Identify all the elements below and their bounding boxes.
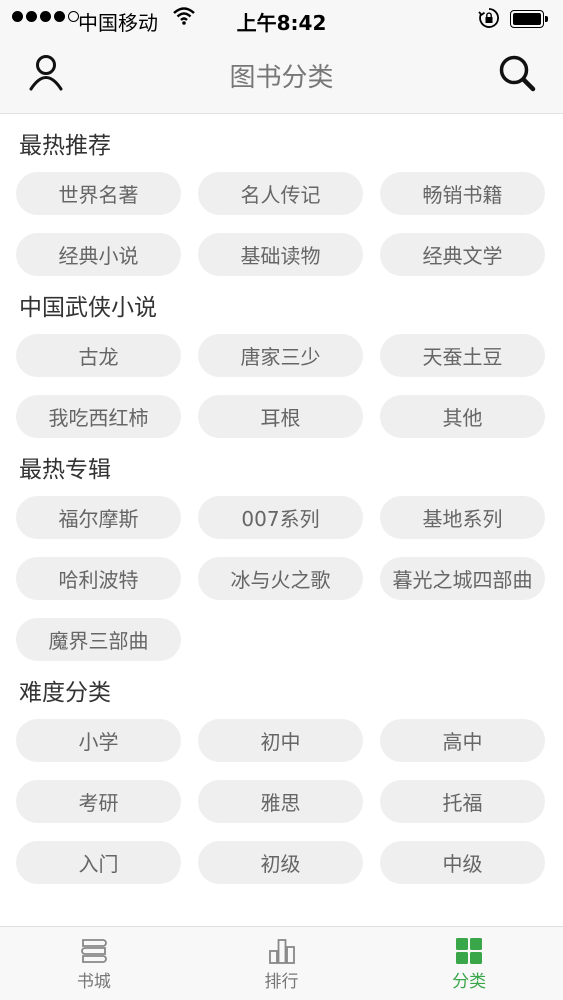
category-tag[interactable]: 托福 [380, 780, 545, 823]
category-tag[interactable]: 初级 [198, 841, 363, 884]
category-tag[interactable]: 基地系列 [380, 496, 545, 539]
category-tag[interactable]: 高中 [380, 719, 545, 762]
category-tag[interactable]: 天蚕土豆 [380, 334, 545, 377]
category-tag[interactable]: 暮光之城四部曲 [380, 557, 545, 600]
category-tag[interactable]: 中级 [380, 841, 545, 884]
category-tag[interactable]: 我吃西红柿 [16, 395, 181, 438]
tab-category[interactable]: 分类 [375, 927, 563, 1000]
category-tag[interactable]: 哈利波特 [16, 557, 181, 600]
ranking-icon [268, 939, 295, 964]
category-tag[interactable]: 古龙 [16, 334, 181, 377]
rotation-lock-icon [478, 8, 499, 28]
category-tag[interactable]: 其他 [380, 395, 545, 438]
category-tag[interactable]: 基础读物 [198, 233, 363, 276]
navigation-bar: 图书分类 [0, 38, 563, 114]
tab-label: 书城 [76, 972, 111, 992]
category-list[interactable]: 最热推荐 世界名著 名人传记 畅销书籍 经典小说 基础读物 经典文学 中国武侠小… [0, 114, 563, 926]
category-tag[interactable]: 冰与火之歌 [198, 557, 363, 600]
category-tag[interactable]: 名人传记 [198, 172, 363, 215]
section-title: 难度分类 [19, 680, 111, 706]
search-icon[interactable] [496, 52, 538, 94]
category-tag[interactable]: 入门 [16, 841, 181, 884]
battery-icon [510, 10, 548, 28]
section-title: 最热专辑 [19, 457, 111, 483]
section-hot-albums: 最热专辑 福尔摩斯 007系列 基地系列 哈利波特 冰与火之歌 暮光之城四部曲 … [0, 456, 563, 661]
category-tag[interactable]: 魔界三部曲 [16, 618, 181, 661]
category-tag[interactable]: 考研 [16, 780, 181, 823]
category-tag[interactable]: 福尔摩斯 [16, 496, 181, 539]
section-difficulty: 难度分类 小学 初中 高中 考研 雅思 托福 入门 初级 中级 [0, 679, 563, 884]
tab-bookstore[interactable]: 书城 [0, 927, 188, 1000]
category-tag[interactable]: 初中 [198, 719, 363, 762]
category-tag[interactable]: 畅销书籍 [380, 172, 545, 215]
section-title: 最热推荐 [19, 133, 111, 159]
section-hot-recommend: 最热推荐 世界名著 名人传记 畅销书籍 经典小说 基础读物 经典文学 [0, 132, 563, 276]
category-icon [456, 938, 483, 964]
page-title: 图书分类 [229, 63, 334, 93]
status-bar: 中国移动 上午8:42 [0, 0, 563, 38]
tab-label: 排行 [264, 972, 299, 992]
category-tag[interactable]: 经典文学 [380, 233, 545, 276]
tab-label: 分类 [452, 972, 487, 992]
tab-ranking[interactable]: 排行 [188, 927, 376, 1000]
category-tag[interactable]: 耳根 [198, 395, 363, 438]
section-title: 中国武侠小说 [19, 295, 157, 321]
category-tag[interactable]: 007系列 [198, 496, 363, 539]
category-tag[interactable]: 雅思 [198, 780, 363, 823]
category-tag[interactable]: 唐家三少 [198, 334, 363, 377]
bookstore-icon [81, 939, 107, 963]
section-wuxia: 中国武侠小说 古龙 唐家三少 天蚕土豆 我吃西红柿 耳根 其他 [0, 294, 563, 438]
category-tag[interactable]: 经典小说 [16, 233, 181, 276]
tab-bar: 书城 排行 分类 [0, 926, 563, 1000]
category-tag[interactable]: 小学 [16, 719, 181, 762]
category-tag[interactable]: 世界名著 [16, 172, 181, 215]
